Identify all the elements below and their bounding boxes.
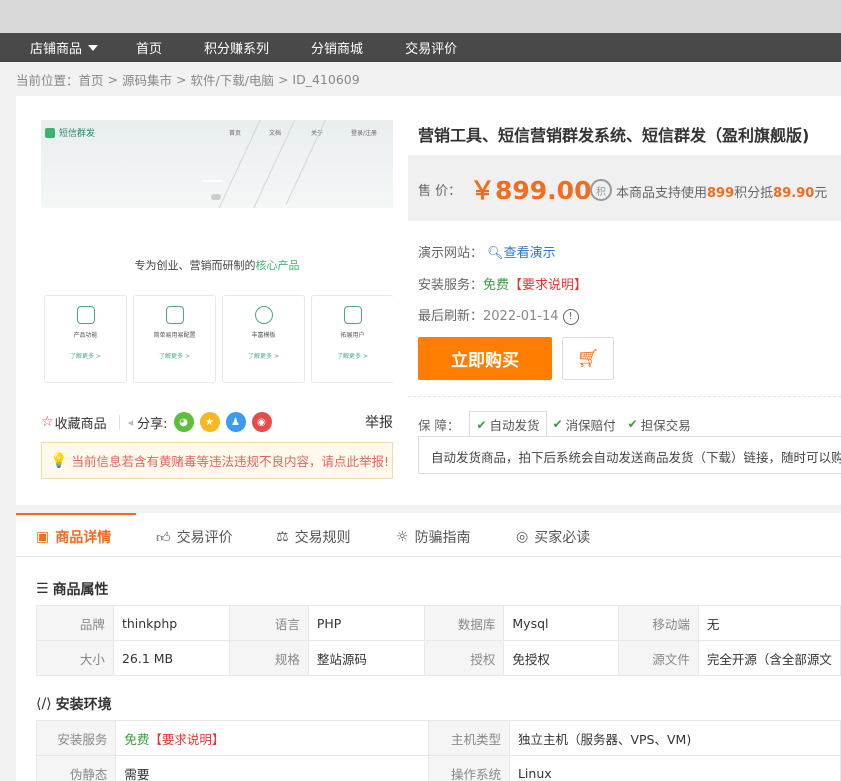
tab-trade-rules[interactable]: ⚖ 交易规则 — [276, 527, 351, 547]
table-row: 伪静态 需要 操作系统 Linux — [35, 755, 841, 781]
qq-icon[interactable]: ♟ — [225, 412, 246, 432]
nav-distribution-mall[interactable]: 分销商城 — [311, 38, 363, 57]
requirement-link[interactable]: 【要求说明】 — [149, 732, 224, 747]
feature-card: 丰富模板 了解更多 > — [222, 295, 305, 383]
section-title-attributes: ☰ 商品属性 — [36, 581, 109, 598]
star-icon[interactable]: ☆ — [41, 414, 54, 430]
product-main-panel: 短信群发 首页 文档 关于 登录/注册 专为创业、营销而研制的核心产品 产品功能… — [16, 96, 841, 505]
tab-trade-reviews[interactable]: 👍︎ 交易评价 — [156, 527, 233, 547]
breadcrumb-category[interactable]: 软件/下载/电脑 — [191, 70, 274, 89]
breadcrumb: 当前位置：首页 > 源码集市 > 软件/下载/电脑 > ID_410609 — [0, 62, 841, 96]
view-demo-link[interactable]: 🔍︎查看演示 — [487, 246, 556, 261]
share-icon: ◂ — [127, 415, 134, 429]
top-navbar: 店铺商品 首页 积分赚系列 分销商城 交易评价 — [0, 33, 841, 62]
tab-buyer-guide[interactable]: ◎ 买家必读 — [516, 527, 590, 547]
price-label: 售 价： — [418, 184, 462, 199]
requirement-link[interactable]: 【要求说明】 — [509, 278, 587, 293]
guarantee-tab-compensation[interactable]: ✔ 消保赔付 — [547, 412, 622, 437]
breadcrumb-sep: > — [107, 71, 118, 87]
breadcrumb-id: ID_410609 — [292, 71, 360, 87]
attributes-table: 品牌 thinkphp 语言 PHP 数据库 Mysql 移动端无 大小 26.1 MB… — [36, 605, 841, 676]
banner-dash — [203, 180, 223, 182]
caret-down-icon — [88, 44, 99, 51]
breadcrumb-sep: > — [277, 71, 289, 87]
banner-toggle — [211, 194, 221, 200]
points-info: 本商品支持使用899积分抵89.90元 — [616, 186, 828, 201]
banner-nav-item: 登录/注册 — [351, 130, 378, 137]
product-gallery[interactable]: 短信群发 首页 文档 关于 登录/注册 专为创业、营销而研制的核心产品 产品功能… — [41, 120, 393, 385]
tab-anti-fraud[interactable]: ☼ 防骗指南 — [396, 527, 471, 547]
divider — [408, 396, 841, 397]
banner-nav-item: 首页 — [229, 130, 242, 137]
nav-points-series[interactable]: 积分赚系列 — [204, 38, 269, 57]
search-icon: 🔍︎ — [487, 246, 504, 261]
product-screenshot-banner: 短信群发 首页 文档 关于 登录/注册 — [41, 120, 393, 208]
feature-icon — [76, 306, 95, 324]
breadcrumb-sep: > — [176, 71, 187, 87]
table-row: 安装服务 免费【要求说明】 主机类型 独立主机（服务器、VPS、VM) — [35, 720, 841, 756]
report-link[interactable]: 举报 — [365, 412, 393, 432]
banner-logo: 短信群发 — [45, 126, 95, 139]
nav-trade-reviews[interactable]: 交易评价 — [405, 38, 457, 57]
price-value: ￥899.00 — [470, 176, 592, 205]
guarantee-tab-auto-delivery[interactable]: ✔ 自动发货 — [469, 411, 547, 437]
feature-icon — [254, 306, 273, 324]
message-logo-icon — [45, 127, 55, 138]
code-icon: ⟨/⟩ — [36, 696, 52, 712]
thumbs-up-icon: 👍︎ — [156, 529, 171, 546]
tab-product-detail[interactable]: ▣ 商品详情 — [36, 527, 111, 547]
table-row: 品牌 thinkphp 语言 PHP 数据库 Mysql 移动端无 — [36, 605, 841, 641]
scale-icon: ⚖ — [276, 529, 289, 545]
points-coin-icon: 积 — [590, 179, 612, 201]
info-icon[interactable]: ! — [562, 308, 579, 325]
feature-icon — [165, 306, 184, 324]
environment-table: 安装服务 免费【要求说明】 主机类型 独立主机（服务器、VPS、VM) 伪静态 … — [35, 720, 841, 781]
buy-now-button[interactable]: 立即购买 — [418, 337, 552, 380]
detail-tabs: ▣ 商品详情 👍︎ 交易评价 ⚖ 交易规则 ☼ 防骗指南 ◎ 买家必读 — [16, 513, 841, 557]
product-info: 营销工具、短信营销群发系统、短信群发（盈利旗舰版) 售 价： ￥899.00 积… — [408, 96, 841, 505]
guarantee-row: 保 障： ✔ 自动发货 ✔ 消保赔付 ✔ 担保交易 — [418, 411, 697, 437]
price-box: 售 价： ￥899.00 积 本商品支持使用899积分抵89.90元 — [408, 155, 841, 221]
section-title-environment: ⟨/⟩ 安装环境 — [36, 696, 112, 713]
install-service-row: 安装服务：免费【要求说明】 — [418, 278, 588, 293]
cart-icon: 🛒︎ — [576, 348, 600, 369]
favorite-button[interactable]: 收藏商品 — [55, 413, 107, 432]
target-icon: ◎ — [516, 529, 529, 545]
lightbulb-icon: 💡 — [50, 452, 68, 469]
check-icon: ✔ — [627, 417, 638, 431]
social-bar: ☆ 收藏商品 ◂ 分享: ◕ ★ ♟ ◉ 举报 — [41, 411, 393, 433]
report-notice[interactable]: 💡 当前信息若含有黄赌毒等违法违规不良内容，请点此举报! — [41, 442, 393, 479]
guarantee-tab-escrow[interactable]: ✔ 担保交易 — [622, 412, 697, 437]
product-slogan: 专为创业、营销而研制的核心产品 — [134, 259, 300, 272]
breadcrumb-home[interactable]: 当前位置：首页 — [16, 70, 104, 89]
feature-card: 产品功能 了解更多 > — [44, 295, 127, 383]
check-icon: ✔ — [476, 417, 487, 432]
qzone-icon[interactable]: ★ — [199, 412, 220, 432]
feature-card: 简单易用易配置 了解更多 > — [133, 295, 216, 383]
feature-cards: 产品功能 了解更多 > 简单易用易配置 了解更多 > 丰富模板 了解更多 > 拓展用户… — [44, 295, 393, 383]
active-tab-indicator — [16, 513, 136, 515]
check-icon: ✔ — [552, 417, 563, 431]
product-title: 营销工具、短信营销群发系统、短信群发（盈利旗舰版) — [418, 126, 810, 145]
nav-home[interactable]: 首页 — [136, 38, 162, 57]
top-gray-bar — [0, 0, 841, 33]
product-detail-section: ▣ 商品详情 👍︎ 交易评价 ⚖ 交易规则 ☼ 防骗指南 ◎ 买家必读 ☰ 商品属性 品牌 t… — [16, 513, 841, 781]
feature-icon — [343, 306, 362, 324]
breadcrumb-market[interactable]: 源码集市 — [122, 70, 172, 89]
banner-nav-item: 文档 — [269, 130, 282, 137]
guarantee-description: 自动发货商品，拍下后系统会自动发送商品发货（下载）链接，随时可以购买, — [418, 436, 841, 474]
nav-shop-products[interactable]: 店铺商品 — [30, 38, 99, 57]
last-refresh-row: 最后刷新：2022-01-14! — [418, 305, 579, 325]
share-label: 分享: — [137, 416, 168, 432]
divider — [118, 415, 120, 429]
add-to-cart-button[interactable]: 🛒︎ — [562, 337, 614, 380]
table-row: 大小 26.1 MB 规格 整站源码 授权 免授权 源文件 完全开源（含全部源文 — [36, 640, 841, 676]
list-search-icon: ☰ — [36, 581, 49, 597]
weibo-icon[interactable]: ◉ — [251, 412, 272, 432]
feature-card: 拓展用户 了解更多 > — [311, 295, 393, 383]
lightbulb-icon: ☼ — [396, 529, 409, 545]
demo-row: 演示网站： 🔍︎查看演示 — [418, 246, 556, 261]
detail-icon: ▣ — [36, 529, 50, 545]
wechat-icon[interactable]: ◕ — [173, 412, 194, 432]
